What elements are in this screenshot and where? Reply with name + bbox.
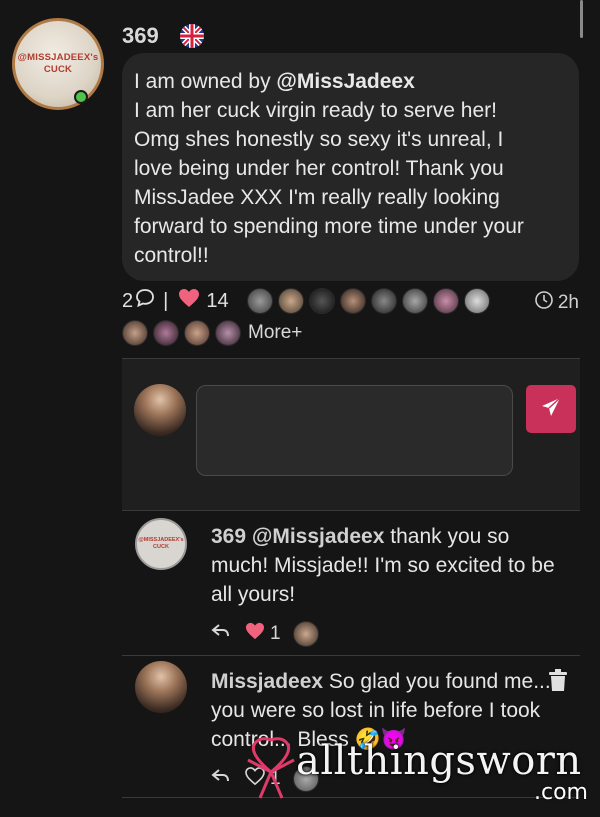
more-likers-row: More+ (122, 320, 302, 346)
reply-arrow-icon[interactable] (211, 767, 231, 791)
liker-avatar[interactable] (246, 288, 273, 314)
like-count: 14 (206, 289, 229, 312)
stats-separator: | (163, 289, 169, 312)
liker-avatar[interactable] (292, 621, 319, 647)
post-message-bubble: I am owned by @MissJadeex I am her cuck … (122, 53, 579, 281)
liker-avatar[interactable] (463, 288, 490, 314)
post-stats-row: 2 | 14 (122, 288, 495, 314)
reply-author[interactable]: Missjadeex (211, 670, 323, 693)
reply-arrow-icon[interactable] (211, 622, 231, 646)
comment-count: 2 (122, 289, 134, 312)
liker-avatar[interactable] (122, 320, 148, 346)
reply-item: @MISSJADEEX's CUCK 369 @Missjadeex thank… (122, 511, 580, 656)
post-line: MissJadee XXX I'm really really looking (134, 186, 500, 209)
heart-icon[interactable] (178, 288, 200, 314)
comment-bubble-icon[interactable] (135, 288, 155, 314)
post-line: love being under her control! Thank you (134, 157, 504, 180)
current-user-avatar (134, 384, 186, 436)
reply-author-avatar[interactable]: @MISSJADEEX's CUCK (135, 518, 187, 570)
uk-flag-icon (180, 24, 204, 48)
post-line: Omg shes honestly so sexy it's unreal, I (134, 128, 504, 151)
post-line: control!! (134, 244, 209, 267)
reply-author[interactable]: 369 @Missjadeex (211, 525, 384, 548)
reply-like-count: 1 (270, 623, 281, 644)
watermark-brand: allthingsworn (296, 738, 582, 784)
liker-avatar[interactable] (401, 288, 428, 314)
send-button[interactable] (526, 385, 576, 433)
liker-avatar[interactable] (432, 288, 459, 314)
paper-plane-icon (540, 396, 562, 423)
post-line: I am her cuck virgin ready to serve her! (134, 99, 497, 122)
online-status-indicator (74, 90, 88, 104)
liker-avatar[interactable] (339, 288, 366, 314)
watermark-domain: .com (534, 780, 588, 805)
liker-avatar[interactable] (277, 288, 304, 314)
watermark-logo-icon (240, 732, 302, 807)
post-line: I am owned by @MissJadeex (134, 70, 415, 93)
liker-avatar[interactable] (370, 288, 397, 314)
reply-text: 369 @Missjadeex thank you so much! Missj… (211, 525, 555, 606)
more-likers-link[interactable]: More+ (248, 322, 302, 344)
reply-author-avatar[interactable] (135, 661, 187, 713)
liker-avatar[interactable] (308, 288, 335, 314)
reply-actions: 1 (211, 621, 324, 647)
clock-icon (534, 290, 554, 316)
author-avatar[interactable]: @MISSJADEEX's CUCK (12, 18, 104, 110)
mention-link[interactable]: @MissJadeex (276, 70, 414, 93)
post-line: forward to spending more time under your (134, 215, 524, 238)
trash-icon[interactable] (548, 668, 568, 697)
post-timestamp: 2h (534, 290, 579, 316)
liker-avatar[interactable] (153, 320, 179, 346)
post-username[interactable]: 369 (122, 23, 159, 49)
liker-avatar[interactable] (184, 320, 210, 346)
heart-icon[interactable] (245, 622, 265, 646)
comment-compose-box (122, 358, 580, 511)
scrollbar[interactable] (580, 0, 583, 38)
avatar-caption: @MISSJADEEX's CUCK (17, 52, 99, 75)
time-label: 2h (557, 292, 579, 313)
watermark: allthingsworn .com (236, 732, 596, 812)
liker-avatar[interactable] (215, 320, 241, 346)
comment-input[interactable] (196, 385, 513, 476)
